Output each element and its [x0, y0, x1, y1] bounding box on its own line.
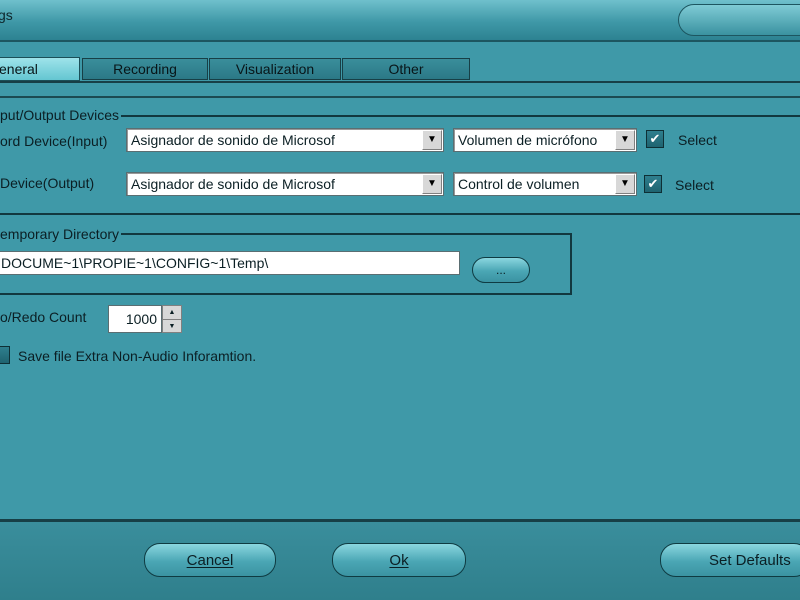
temp-dir-value: DOCUME~1\PROPIE~1\CONFIG~1\Temp\ — [1, 255, 269, 271]
chevron-down-icon[interactable]: ▼ — [422, 174, 442, 194]
set-defaults-button-label: Set Defaults — [709, 551, 791, 569]
window-title: gs — [0, 7, 13, 23]
output-control-select[interactable]: Control de volumen ▼ — [453, 172, 637, 196]
output-control-value: Control de volumen — [458, 176, 580, 192]
input-select-checkbox[interactable]: ✔ — [646, 130, 664, 148]
input-control-select[interactable]: Volumen de micrófono ▼ — [453, 128, 637, 152]
title-bar: gs — [0, 0, 800, 42]
input-select-label: Select — [678, 132, 717, 148]
browse-button-label: ... — [495, 263, 506, 277]
cancel-button-label: Cancel — [186, 551, 234, 569]
output-device-value: Asignador de sonido de Microsof — [131, 176, 335, 192]
temp-dir-group-label: emporary Directory — [0, 226, 122, 242]
input-device-value: Asignador de sonido de Microsof — [131, 132, 335, 148]
tab-visualization-label: Visualization — [235, 61, 315, 77]
tab-recording[interactable]: Recording — [82, 58, 208, 80]
tab-other-label: Other — [388, 61, 424, 77]
tab-recording-label: Recording — [113, 61, 177, 77]
output-device-select[interactable]: Asignador de sonido de Microsof ▼ — [126, 172, 444, 196]
ok-button-label: Ok — [389, 551, 409, 569]
chevron-down-icon[interactable]: ▼ — [615, 174, 635, 194]
spin-down-icon[interactable]: ▼ — [163, 320, 181, 333]
tab-strip: eneral Recording Visualization Other — [0, 56, 800, 82]
save-extra-checkbox[interactable] — [0, 346, 10, 364]
ok-button[interactable]: Ok — [332, 543, 466, 577]
output-device-label: Device(Output) — [0, 175, 95, 191]
undo-count-label: o/Redo Count — [0, 309, 87, 325]
spin-up-icon[interactable]: ▲ — [163, 306, 181, 320]
panel-top-border — [0, 96, 800, 98]
undo-count-value: 1000 — [125, 311, 157, 327]
chevron-down-icon[interactable]: ▼ — [422, 130, 442, 150]
undo-count-stepper[interactable]: ▲ ▼ — [162, 305, 182, 333]
tab-general-label: eneral — [0, 61, 38, 77]
set-defaults-button[interactable]: Set Defaults — [660, 543, 800, 577]
tab-divider — [0, 81, 800, 83]
output-select-label: Select — [675, 177, 714, 193]
cancel-button[interactable]: Cancel — [144, 543, 276, 577]
input-device-select[interactable]: Asignador de sonido de Microsof ▼ — [126, 128, 444, 152]
temp-dir-input[interactable]: DOCUME~1\PROPIE~1\CONFIG~1\Temp\ — [0, 251, 460, 275]
undo-count-input[interactable]: 1000 — [108, 305, 162, 333]
browse-button[interactable]: ... — [472, 257, 530, 283]
devices-group-label: put/Output Devices — [0, 107, 122, 123]
chevron-down-icon[interactable]: ▼ — [615, 130, 635, 150]
tab-other[interactable]: Other — [342, 58, 470, 80]
input-device-label: ord Device(Input) — [0, 133, 108, 149]
title-bar-controls[interactable] — [678, 4, 800, 36]
tab-general[interactable]: eneral — [0, 57, 80, 81]
tab-visualization[interactable]: Visualization — [209, 58, 341, 80]
output-select-checkbox[interactable]: ✔ — [644, 175, 662, 193]
save-extra-label: Save file Extra Non-Audio Inforamtion. — [18, 348, 257, 364]
input-control-value: Volumen de micrófono — [458, 132, 598, 148]
